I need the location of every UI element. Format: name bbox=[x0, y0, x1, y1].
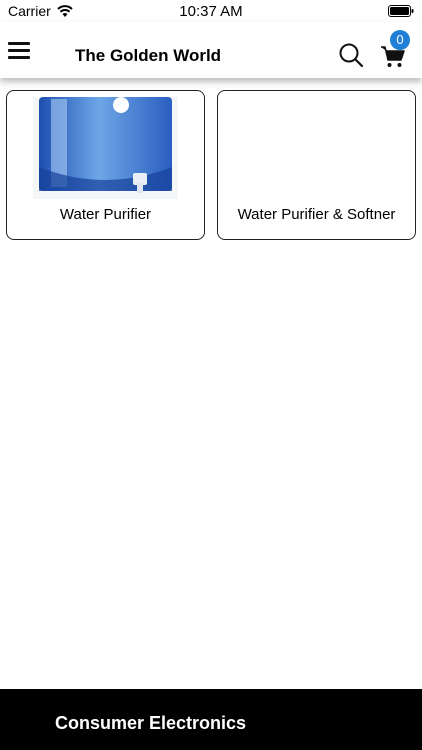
clock: 10:37 AM bbox=[179, 3, 243, 20]
category-card-water-purifier-softner[interactable]: Water Purifier & Softner bbox=[217, 90, 416, 240]
category-label: Water Purifier bbox=[59, 206, 152, 223]
water-purifier-image bbox=[33, 97, 178, 199]
category-label: Water Purifier & Softner bbox=[237, 206, 396, 223]
menu-icon[interactable] bbox=[8, 42, 30, 60]
page-title: The Golden World bbox=[75, 46, 222, 65]
footer-category-title: Consumer Electronics bbox=[55, 713, 247, 733]
search-icon[interactable] bbox=[338, 42, 364, 68]
status-bar: Carrier 10:37 AM bbox=[0, 0, 422, 22]
category-card-water-purifier[interactable]: Water Purifier bbox=[6, 90, 205, 240]
app-header: The Golden World 0 bbox=[0, 22, 422, 78]
battery-icon bbox=[388, 5, 414, 17]
cart-count-badge: 0 bbox=[390, 30, 410, 50]
footer-bar: Consumer Electronics bbox=[0, 689, 422, 750]
